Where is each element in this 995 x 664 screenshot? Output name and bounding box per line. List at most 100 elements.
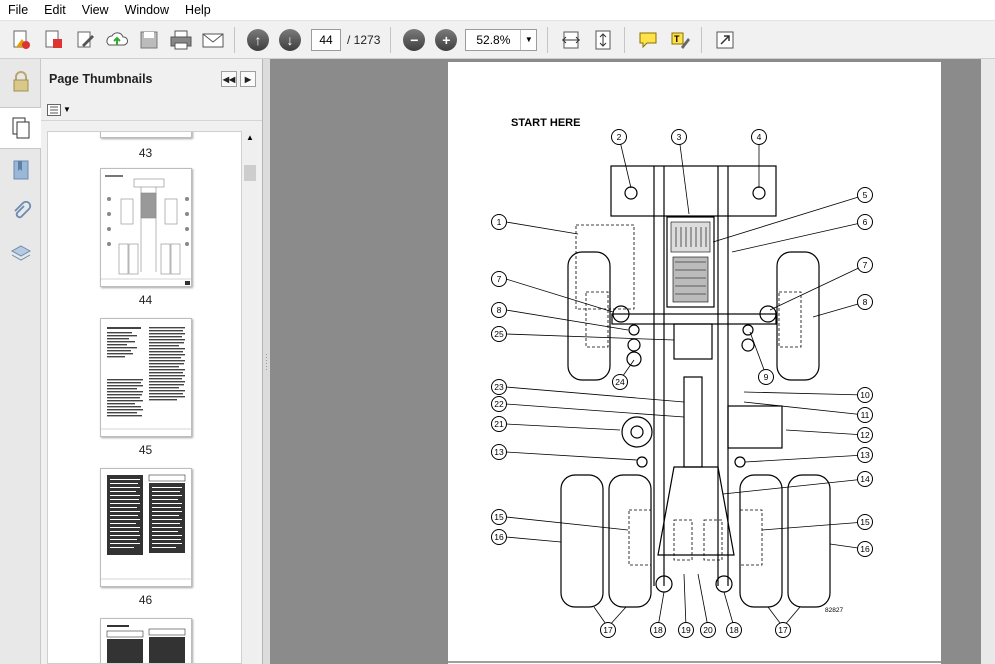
svg-text:4: 4: [757, 132, 762, 142]
previous-page-button[interactable]: ↑: [243, 25, 273, 55]
callout-10: 10: [857, 387, 873, 403]
svg-text:3: 3: [677, 132, 682, 142]
scrollbar-thumb[interactable]: [244, 165, 256, 181]
panel-options: ▼: [41, 99, 262, 121]
pdf-page: START HERE 2 3 4 5 6 1 7 7 8 8 25 24 9 1…: [448, 62, 941, 664]
svg-text:T: T: [674, 34, 680, 44]
fit-width-icon: [562, 31, 581, 48]
text-thumbnail: [101, 474, 191, 580]
highlight-button[interactable]: T: [665, 25, 695, 55]
callout-25: 25: [491, 326, 507, 342]
svg-text:21: 21: [494, 419, 504, 429]
bookmarks-button[interactable]: [0, 149, 41, 191]
toolbar-divider: [547, 26, 549, 53]
arrow-down-icon: ↓: [279, 28, 301, 51]
chevron-right-icon: ▶: [244, 74, 252, 84]
email-icon[interactable]: [198, 25, 228, 55]
thumbnail-label: 44: [138, 293, 153, 307]
thumbnail-list: 43 44 45 46: [47, 131, 242, 664]
callout-23: 23: [491, 379, 507, 395]
layers-icon: [10, 245, 31, 261]
menu-window[interactable]: Window: [117, 0, 177, 21]
navigation-rail: [0, 59, 41, 664]
comment-button[interactable]: [633, 25, 663, 55]
menu-bar: File Edit View Window Help: [0, 0, 995, 21]
callout-17-left: 17: [600, 622, 616, 638]
callout-16-left: 16: [491, 529, 507, 545]
save-icon[interactable]: [134, 25, 164, 55]
callout-22: 22: [491, 396, 507, 412]
document-scrollbar[interactable]: [981, 59, 995, 664]
panel-splitter[interactable]: [263, 59, 270, 664]
document-view: START HERE 2 3 4 5 6 1 7 7 8 8 25 24 9 1…: [270, 59, 995, 664]
page-number-input[interactable]: 44: [311, 28, 341, 51]
callout-14: 14: [857, 471, 873, 487]
svg-text:17: 17: [778, 625, 788, 635]
toolbar-divider: [234, 26, 235, 53]
arrow-up-icon: ↑: [247, 28, 269, 51]
fit-page-button[interactable]: [556, 25, 586, 55]
thumbnail-page-46[interactable]: [100, 468, 192, 587]
callout-18-left: 18: [650, 622, 666, 638]
attachments-button[interactable]: [0, 191, 41, 233]
svg-text:6: 6: [863, 217, 868, 227]
svg-text:13: 13: [860, 450, 870, 460]
bookmark-icon: [13, 160, 28, 180]
menu-help[interactable]: Help: [177, 0, 219, 21]
callout-13-left: 13: [491, 444, 507, 460]
svg-text:16: 16: [860, 544, 870, 554]
text-thumbnail: [101, 327, 191, 430]
svg-text:5: 5: [863, 190, 868, 200]
thumbnail-page-45[interactable]: [100, 318, 192, 437]
thumbnail-scrollbar[interactable]: ▲: [243, 131, 257, 664]
callout-6: 6: [857, 214, 873, 230]
thumbnail-page-44[interactable]: [100, 168, 192, 287]
svg-text:12: 12: [860, 430, 870, 440]
highlight-text-icon: T: [671, 32, 691, 49]
thumbnail-page-43[interactable]: [100, 132, 192, 138]
svg-text:2: 2: [617, 132, 622, 142]
expand-icon: [716, 31, 734, 48]
scroll-up-icon[interactable]: ▲: [246, 133, 254, 142]
page-count: / 1273: [347, 32, 381, 47]
svg-text:8: 8: [863, 297, 868, 307]
svg-text:22: 22: [494, 399, 504, 409]
svg-text:17: 17: [603, 625, 613, 635]
page-thumbnails-button[interactable]: [0, 107, 41, 149]
upload-icon[interactable]: [102, 25, 132, 55]
svg-text:15: 15: [494, 512, 504, 522]
menu-file[interactable]: File: [0, 0, 36, 21]
callout-21: 21: [491, 416, 507, 432]
options-menu-button[interactable]: ▼: [47, 103, 71, 116]
plus-icon: +: [435, 28, 458, 51]
svg-text:19: 19: [681, 625, 691, 635]
convert-icon[interactable]: [38, 25, 68, 55]
menu-view[interactable]: View: [74, 0, 117, 21]
callout-1: 1: [491, 214, 507, 230]
callout-7-left: 7: [491, 271, 507, 287]
svg-text:8: 8: [497, 305, 502, 315]
scroll-mode-button[interactable]: [588, 25, 618, 55]
print-icon[interactable]: [166, 25, 196, 55]
zoom-out-button[interactable]: −: [399, 25, 429, 55]
svg-text:25: 25: [494, 329, 504, 339]
comment-icon: [639, 32, 657, 48]
svg-text:9: 9: [764, 372, 769, 382]
zoom-select[interactable]: 52.8% ▼: [465, 28, 538, 51]
minus-icon: −: [403, 28, 426, 51]
fullscreen-button[interactable]: [710, 25, 740, 55]
close-panel-button[interactable]: ▶: [240, 71, 256, 87]
callout-5: 5: [857, 187, 873, 203]
thumbnail-page-47[interactable]: [100, 618, 192, 663]
collapse-panel-button[interactable]: ◀◀: [221, 71, 237, 87]
layers-button[interactable]: [0, 233, 41, 275]
next-page-button[interactable]: ↓: [275, 25, 305, 55]
edit-icon[interactable]: [70, 25, 100, 55]
menu-edit[interactable]: Edit: [36, 0, 74, 21]
figure-id: 82827: [825, 607, 843, 614]
create-pdf-icon[interactable]: [6, 25, 36, 55]
lock-button[interactable]: [0, 61, 41, 103]
thumbnail-label: 43: [138, 146, 153, 160]
zoom-in-button[interactable]: +: [431, 25, 461, 55]
svg-text:18: 18: [653, 625, 663, 635]
